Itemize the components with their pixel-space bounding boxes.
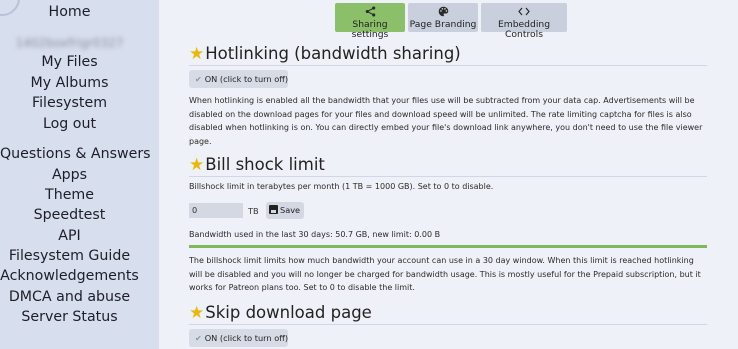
- nav-filesystem-guide[interactable]: Filesystem Guide: [0, 248, 139, 264]
- star-icon: ★: [189, 155, 205, 175]
- main-content: Sharing settings Page Branding Embedding…: [159, 0, 738, 349]
- nav-theme[interactable]: Theme: [0, 187, 139, 203]
- skip-download-heading: ★Skip download page: [189, 303, 372, 323]
- nav-dmca-abuse[interactable]: DMCA and abuse: [0, 289, 139, 305]
- bill-shock-description: The billshock limit limits how much band…: [189, 256, 701, 293]
- bill-shock-heading: ★Bill shock limit: [189, 155, 325, 175]
- hotlinking-title: Hotlinking (bandwidth sharing): [205, 44, 461, 63]
- skip-download-toggle[interactable]: ✔ ON (click to turn off): [189, 329, 288, 347]
- tab-sharing-settings-label: Sharing settings: [351, 19, 389, 40]
- divider: [189, 176, 707, 177]
- tab-embedding-controls[interactable]: Embedding Controls: [481, 3, 567, 40]
- unit-label: TB: [248, 206, 259, 216]
- save-button-label: Save: [280, 205, 301, 215]
- tab-page-branding-label: Page Branding: [409, 19, 477, 30]
- bill-shock-limit-input[interactable]: 0: [189, 203, 243, 218]
- palette-icon: [408, 6, 478, 19]
- nav-home[interactable]: Home: [0, 4, 139, 20]
- username: 1402boxfrigr0327: [15, 36, 124, 50]
- check-icon: ✔: [195, 334, 202, 343]
- save-button[interactable]: Save: [266, 202, 304, 219]
- divider: [189, 324, 707, 325]
- nav-speedtest[interactable]: Speedtest: [0, 207, 139, 223]
- star-icon: ★: [189, 44, 205, 64]
- hotlinking-heading: ★Hotlinking (bandwidth sharing): [189, 44, 461, 64]
- nav-my-files[interactable]: My Files: [0, 54, 139, 70]
- nav-api[interactable]: API: [0, 228, 139, 244]
- nav-questions-answers[interactable]: Questions & Answers: [0, 146, 151, 162]
- bandwidth-progress-fill: [189, 245, 707, 248]
- hotlinking-description: When hotlinking is enabled all the bandw…: [189, 96, 703, 146]
- tab-embedding-controls-label: Embedding Controls: [497, 19, 551, 40]
- tab-page-branding[interactable]: Page Branding: [408, 3, 478, 32]
- settings-tabs: Sharing settings Page Branding Embedding…: [335, 3, 567, 40]
- star-icon: ★: [189, 303, 205, 323]
- nav-apps[interactable]: Apps: [0, 167, 139, 183]
- hotlinking-toggle-label: ON (click to turn off): [204, 74, 289, 84]
- nav-server-status[interactable]: Server Status: [0, 309, 139, 325]
- check-icon: ✔: [195, 75, 202, 84]
- code-icon: [481, 6, 567, 19]
- hotlinking-toggle[interactable]: ✔ ON (click to turn off): [189, 70, 288, 88]
- bill-shock-title: Bill shock limit: [205, 155, 325, 174]
- nav-log-out[interactable]: Log out: [0, 116, 139, 132]
- tab-sharing-settings[interactable]: Sharing settings: [335, 3, 405, 40]
- bandwidth-progress-bar: [189, 245, 707, 248]
- divider: [189, 65, 707, 66]
- share-icon: [335, 6, 405, 19]
- nav-acknowledgements[interactable]: Acknowledgements: [0, 268, 139, 284]
- bill-shock-intro: Billshock limit in terabytes per month (…: [189, 182, 494, 191]
- sidebar: Home 1402boxfrigr0327 My Files My Albums…: [0, 0, 159, 349]
- nav-filesystem[interactable]: Filesystem: [0, 95, 139, 111]
- bandwidth-usage-text: Bandwidth used in the last 30 days: 50.7…: [189, 230, 441, 239]
- skip-download-toggle-label: ON (click to turn off): [204, 333, 289, 343]
- nav-my-albums[interactable]: My Albums: [0, 75, 139, 91]
- skip-download-title: Skip download page: [205, 303, 372, 322]
- save-icon: [269, 205, 278, 214]
